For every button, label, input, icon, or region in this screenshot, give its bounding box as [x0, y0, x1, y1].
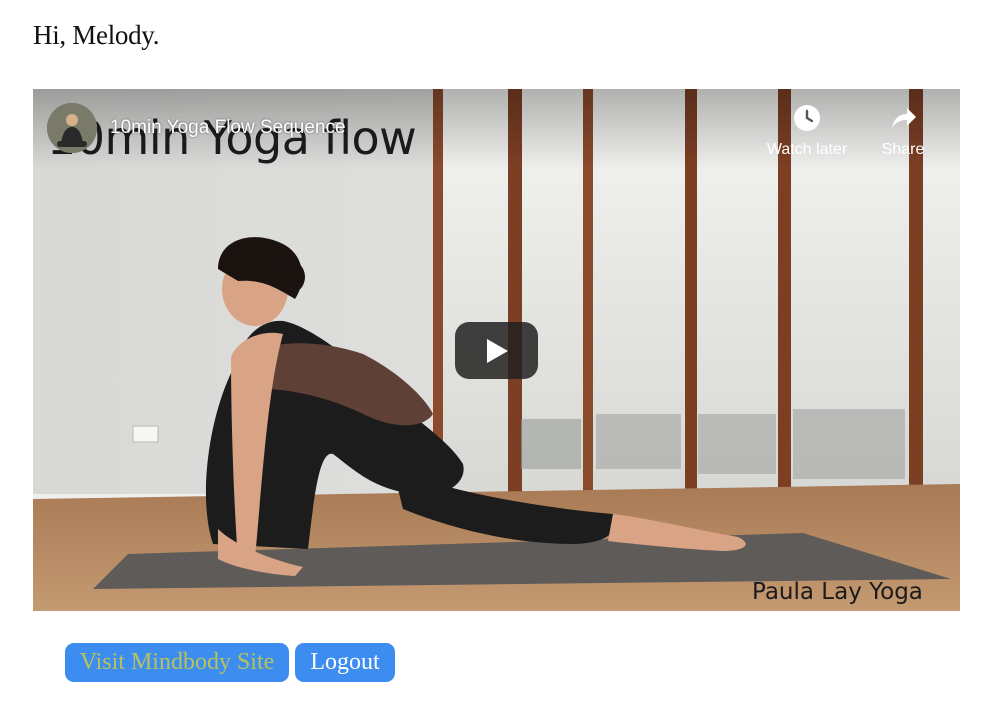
meditation-figure-icon	[47, 103, 97, 153]
clock-icon	[794, 105, 820, 131]
watch-later-button[interactable]: Watch later	[757, 103, 857, 159]
video-player[interactable]: 10min Yoga flow 10min Yoga Flow Sequence…	[33, 89, 960, 611]
play-icon	[487, 339, 508, 363]
visit-mindbody-button[interactable]: Visit Mindbody Site	[65, 643, 289, 682]
share-arrow-icon	[892, 108, 916, 128]
share-label: Share	[881, 141, 925, 158]
channel-avatar[interactable]	[47, 103, 97, 153]
greeting-heading: Hi, Melody.	[33, 20, 160, 50]
video-title-link[interactable]: 10min Yoga Flow Sequence	[110, 117, 346, 139]
play-button[interactable]	[455, 322, 538, 379]
share-button[interactable]: Share	[853, 103, 953, 159]
watch-later-label: Watch later	[766, 141, 848, 158]
logout-button[interactable]: Logout	[295, 643, 395, 682]
channel-watermark: Paula Lay Yoga	[752, 579, 923, 605]
